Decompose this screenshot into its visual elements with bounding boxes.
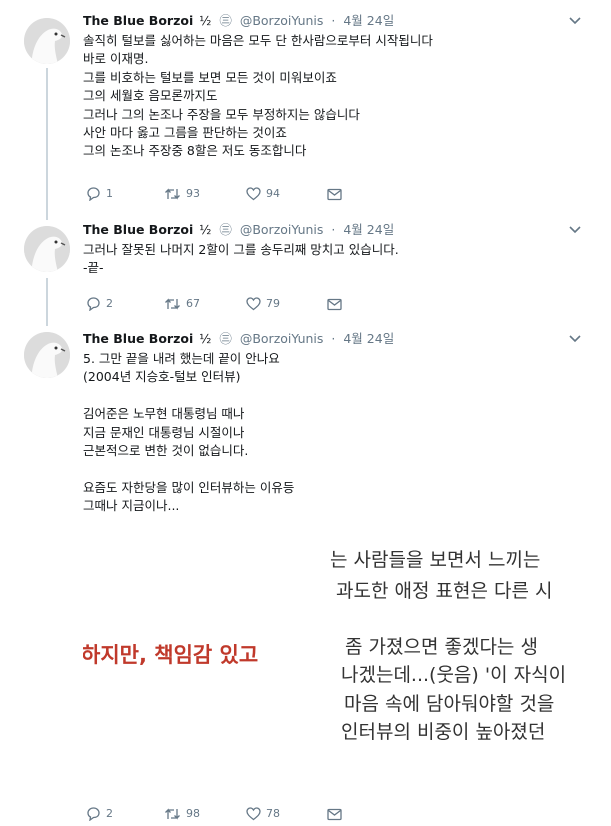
reply-icon [87, 807, 100, 822]
heart-icon [246, 807, 261, 821]
tweet-header: The Blue Borzoi ½ ㊂ @BorzoiYunis · 4월 24… [83, 13, 394, 29]
tweet-line: 그러나 그의 논조나 주장을 모두 부정하지는 않습니다 [83, 106, 360, 122]
tweet-line: -끝- [83, 260, 104, 276]
avatar[interactable] [24, 226, 70, 272]
tweet-line: 근본적으로 변한 것이 없습니다. [83, 442, 249, 458]
image-text-line: 나겠는데...(웃음) '이 자식이 [341, 664, 567, 686]
chevron-down-icon[interactable] [569, 14, 581, 30]
avatar[interactable] [24, 332, 70, 378]
tweet-line: 김어준은 노무현 대통령님 때나 [83, 406, 245, 422]
retweet-count: 93 [186, 187, 200, 200]
tweet[interactable]: The Blue Borzoi ½ ㊂ @BorzoiYunis · 4월 24… [0, 218, 611, 322]
message-button[interactable] [327, 186, 342, 202]
tweet-text: 5. 그만 끝을 내려 했는데 끝이 안나요 (2004년 지승호-털보 인터뷰… [83, 350, 294, 516]
tweet-line: 그때나 지금이나... [83, 498, 180, 514]
tweet-line: 요즘도 자한당을 많이 인터뷰하는 이유등 [83, 479, 295, 495]
retweet-count: 67 [186, 297, 200, 310]
avatar[interactable] [24, 18, 70, 64]
name-badge: ½ [199, 331, 212, 346]
tweet-line: 그를 비호하는 털보를 보면 모든 것이 미워보이죠 [83, 69, 337, 85]
image-text-line: 인터뷰의 비중이 높아졌던 [341, 721, 546, 743]
name-badge: ½ [199, 13, 212, 28]
like-count: 78 [266, 807, 280, 820]
image-text-line: 과도한 애정 표현은 다른 시 [336, 580, 553, 602]
like-count: 79 [266, 297, 280, 310]
image-text-line: 는 사람들을 보면서 느끼는 [330, 549, 541, 571]
separator-dot: · [331, 222, 336, 237]
tweet-line: 지금 문재인 대통령님 시절이나 [83, 424, 245, 440]
handle[interactable]: @BorzoiYunis [240, 331, 324, 346]
retweet-button[interactable]: 93 [164, 186, 200, 202]
chevron-down-icon[interactable] [569, 223, 581, 239]
badge-icon: ㊂ [219, 331, 232, 346]
like-button[interactable]: 94 [246, 186, 280, 202]
retweet-button[interactable]: 67 [164, 296, 200, 312]
display-name[interactable]: The Blue Borzoi [83, 331, 193, 346]
attached-image[interactable]: 는 사람들을 보면서 느끼는 과도한 애정 표현은 다른 시 하지만, 책임감 … [83, 535, 611, 790]
message-button[interactable] [327, 806, 342, 822]
borzoi-avatar-image [24, 18, 70, 64]
timestamp[interactable]: 4월 24일 [343, 331, 394, 346]
name-badge: ½ [199, 222, 212, 237]
reply-count: 1 [106, 187, 113, 200]
retweet-icon [165, 808, 180, 820]
tweet-line: 그의 논조나 주장중 8할은 저도 동조합니다 [83, 143, 307, 159]
retweet-button[interactable]: 98 [164, 806, 200, 822]
tweet[interactable]: The Blue Borzoi ½ ㊂ @BorzoiYunis · 4월 24… [0, 0, 611, 218]
display-name[interactable]: The Blue Borzoi [83, 13, 193, 28]
timestamp[interactable]: 4월 24일 [343, 222, 394, 237]
handle[interactable]: @BorzoiYunis [240, 222, 324, 237]
handle[interactable]: @BorzoiYunis [240, 13, 324, 28]
envelope-icon [327, 298, 342, 310]
separator-dot: · [331, 13, 336, 28]
message-button[interactable] [327, 296, 342, 312]
tweet-text: 그러나 잘못된 나머지 2할이 그를 송두리째 망치고 있습니다. -끝- [83, 241, 399, 278]
heart-icon [246, 187, 261, 201]
reply-button[interactable]: 2 [86, 806, 113, 822]
tweet-line: 솔직히 털보를 싫어하는 마음은 모두 단 한사람으로부터 시작됩니다 [83, 33, 433, 48]
separator-dot: · [331, 331, 336, 346]
tweet-line: 그러나 잘못된 나머지 2할이 그를 송두리째 망치고 있습니다. [83, 242, 399, 257]
badge-icon: ㊂ [219, 13, 232, 28]
badge-icon: ㊂ [219, 222, 232, 237]
timestamp[interactable]: 4월 24일 [343, 13, 394, 28]
tweet-header: The Blue Borzoi ½ ㊂ @BorzoiYunis · 4월 24… [83, 222, 394, 238]
reply-button[interactable]: 1 [86, 186, 113, 202]
reply-count: 2 [106, 807, 113, 820]
reply-button[interactable]: 2 [86, 296, 113, 312]
tweet-text: 솔직히 털보를 싫어하는 마음은 모두 단 한사람으로부터 시작됩니다 바로 이… [83, 32, 433, 161]
tweet-line: (2004년 지승호-털보 인터뷰) [83, 369, 241, 385]
heart-icon [246, 297, 261, 311]
like-button[interactable]: 78 [246, 806, 280, 822]
reply-count: 2 [106, 297, 113, 310]
borzoi-avatar-image [24, 332, 70, 378]
envelope-icon [327, 808, 342, 820]
tweet-line: 그의 세월호 음모론까지도 [83, 88, 218, 104]
envelope-icon [327, 188, 342, 200]
tweet-line: 5. 그만 끝을 내려 했는데 끝이 안나요 [83, 351, 280, 366]
image-highlight-text: 하지만, 책임감 있고 [83, 643, 259, 667]
reply-icon [87, 187, 100, 202]
image-text-line: 좀 가졌으면 좋겠다는 생 [345, 636, 538, 658]
tweet-line [83, 387, 294, 405]
like-count: 94 [266, 187, 280, 200]
tweet-line: 바로 이재명. [83, 51, 149, 67]
retweet-count: 98 [186, 807, 200, 820]
retweet-icon [165, 298, 180, 310]
borzoi-avatar-image [24, 226, 70, 272]
reply-icon [87, 297, 100, 312]
chevron-down-icon[interactable] [569, 332, 581, 348]
tweet-line [83, 460, 294, 478]
tweet-line: 사안 마다 옳고 그름을 판단하는 것이죠 [83, 124, 287, 140]
display-name[interactable]: The Blue Borzoi [83, 222, 193, 237]
image-text-line: 마음 속에 담아둬야할 것을 [344, 693, 555, 715]
retweet-icon [165, 188, 180, 200]
tweet-header: The Blue Borzoi ½ ㊂ @BorzoiYunis · 4월 24… [83, 331, 394, 347]
like-button[interactable]: 79 [246, 296, 280, 312]
